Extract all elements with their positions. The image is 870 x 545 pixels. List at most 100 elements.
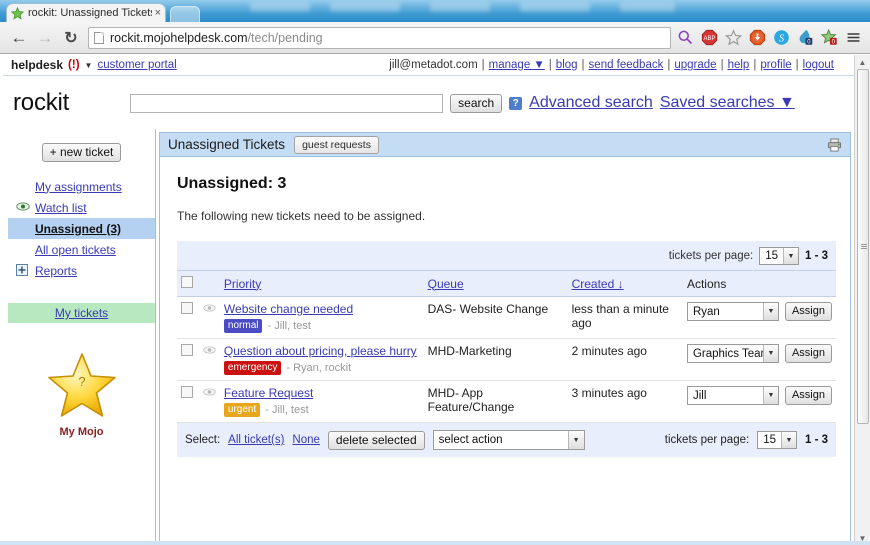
page-scrollbar[interactable]: ▲ ▼ xyxy=(854,55,870,545)
mojo-caption: My Mojo xyxy=(59,426,104,438)
scroll-up-arrow-icon[interactable]: ▲ xyxy=(855,55,870,69)
customer-portal-link[interactable]: customer portal xyxy=(97,59,176,71)
column-header-queue[interactable]: Queue xyxy=(428,277,464,291)
scrollbar-thumb[interactable] xyxy=(857,69,869,424)
profile-link[interactable]: profile xyxy=(760,59,791,71)
ticket-title-link[interactable]: Question about pricing, please hurry xyxy=(224,344,417,358)
downloader-icon[interactable] xyxy=(749,29,766,46)
help-icon[interactable]: ? xyxy=(509,96,523,110)
logout-link[interactable]: logout xyxy=(803,59,834,71)
manage-link[interactable]: manage ▼ xyxy=(489,59,545,71)
row-checkbox[interactable] xyxy=(181,386,193,398)
address-bar-url: rockit.mojohelpdesk.com/tech/pending xyxy=(110,31,323,45)
ticket-created: 3 minutes ago xyxy=(571,386,647,400)
column-header-created[interactable]: Created ↓ xyxy=(572,277,624,291)
ticket-queue: MHD-Marketing xyxy=(427,344,512,358)
table-header-row: Priority Queue Created ↓ Actions xyxy=(177,270,836,297)
sidebar-item-my-assignments[interactable]: My assignments xyxy=(8,176,155,197)
row-checkbox[interactable] xyxy=(181,302,193,314)
helpdesk-chevron-down-icon[interactable]: ▼ xyxy=(85,61,93,70)
tickets-per-page-label-bottom: tickets per page: xyxy=(664,434,750,446)
guest-requests-tab[interactable]: guest requests xyxy=(294,135,379,154)
adblock-icon[interactable]: ABP xyxy=(701,29,718,46)
app-topbar: helpdesk (!) ▼ customer portal jill@meta… xyxy=(3,55,854,76)
search-button[interactable]: search xyxy=(450,93,503,113)
plus-box-icon[interactable] xyxy=(16,263,30,278)
tickets-per-page-select-top[interactable]: 15 ▼ xyxy=(759,247,799,265)
skype-icon[interactable]: S xyxy=(773,29,790,46)
mojo-widget[interactable]: ? My Mojo xyxy=(8,351,155,438)
watch-eye-icon[interactable] xyxy=(203,302,216,312)
tickets-per-page-select-bottom[interactable]: 15 ▼ xyxy=(757,431,797,449)
ticket-title-link[interactable]: Feature Request xyxy=(224,386,313,400)
sidebar-item-label: My tickets xyxy=(54,306,109,320)
select-none-link[interactable]: None xyxy=(292,434,320,446)
watch-eye-icon[interactable] xyxy=(203,344,216,354)
browser-extension-icons: ABP S 0 0 xyxy=(677,28,870,46)
ghost-tab-5 xyxy=(620,2,675,12)
table-row[interactable]: Question about pricing, please hurry eme… xyxy=(177,338,836,381)
table-row[interactable]: Website change needed normal - Jill, tes… xyxy=(177,296,836,339)
browser-tab-active[interactable]: rockit: Unassigned Tickets × xyxy=(6,3,166,22)
back-icon[interactable]: ← xyxy=(6,28,32,48)
row-checkbox[interactable] xyxy=(181,344,193,356)
zoom-icon[interactable] xyxy=(677,29,694,46)
select-all-checkbox[interactable] xyxy=(181,276,193,288)
sidebar-item-my-tickets[interactable]: My tickets xyxy=(8,303,155,323)
ticket-submitter: - Jill, test xyxy=(267,320,311,332)
saved-searches-link[interactable]: Saved searches ▼ xyxy=(660,94,795,112)
bulk-action-select[interactable]: select action ▼ xyxy=(432,430,585,450)
panel-header: Unassigned Tickets guest requests xyxy=(160,133,850,157)
blog-link[interactable]: blog xyxy=(556,59,578,71)
assignee-select[interactable]: Ryan ▼ xyxy=(686,302,779,321)
table-toolbar-bottom: Select: All ticket(s) None delete select… xyxy=(177,422,836,457)
forward-icon[interactable]: → xyxy=(32,28,58,48)
chevron-down-icon: ▼ xyxy=(780,432,796,448)
assignee-select[interactable]: Graphics Team ▼ xyxy=(686,344,779,363)
ticket-title-link[interactable]: Website change needed xyxy=(224,302,353,316)
new-ticket-button[interactable]: + new ticket xyxy=(41,143,122,162)
upgrade-link[interactable]: upgrade xyxy=(674,59,716,71)
search-input[interactable] xyxy=(130,93,444,113)
address-bar[interactable]: rockit.mojohelpdesk.com/tech/pending xyxy=(88,26,671,49)
column-header-priority[interactable]: Priority xyxy=(224,277,261,291)
bookmark-star-icon[interactable] xyxy=(724,29,743,46)
ghost-tab-3 xyxy=(430,2,490,12)
user-email: jill@metadot.com xyxy=(389,59,478,71)
sidebar-item-label: Unassigned (3) xyxy=(35,221,122,236)
droplet-icon[interactable]: 0 xyxy=(797,29,814,46)
ticket-actions: Graphics Team ▼ Assign xyxy=(686,344,832,363)
sidebar-item-unassigned[interactable]: Unassigned (3) xyxy=(8,218,155,239)
ticket-queue: DAS- Website Change xyxy=(427,302,549,316)
unassigned-tickets-panel: Unassigned Tickets guest requests Unassi… xyxy=(159,132,851,542)
sidebar: + new ticket My assignments Watch list U… xyxy=(8,129,156,545)
table-row[interactable]: Feature Request urgent - Jill, test MHD-… xyxy=(177,380,836,423)
separator: | xyxy=(720,59,724,71)
assign-button[interactable]: Assign xyxy=(784,344,832,363)
blank-icon xyxy=(16,222,30,236)
star-badge-icon[interactable]: 0 xyxy=(820,28,838,46)
assignee-select[interactable]: Jill ▼ xyxy=(686,386,779,405)
assign-button[interactable]: Assign xyxy=(784,386,832,405)
chevron-down-icon: ▼ xyxy=(762,345,778,362)
separator: | xyxy=(795,59,799,71)
ticket-created: 2 minutes ago xyxy=(571,344,647,358)
delete-selected-button[interactable]: delete selected xyxy=(327,430,425,450)
reload-icon[interactable]: ↻ xyxy=(58,28,84,48)
help-link[interactable]: help xyxy=(728,59,750,71)
panel-subtext: The following new tickets need to be ass… xyxy=(177,209,426,223)
sidebar-item-watch-list[interactable]: Watch list xyxy=(8,197,155,218)
sidebar-item-reports[interactable]: Reports xyxy=(8,260,155,281)
sidebar-nav: My assignments Watch list Unassigned (3)… xyxy=(8,162,155,323)
advanced-search-link[interactable]: Advanced search xyxy=(529,94,653,112)
watch-eye-icon[interactable] xyxy=(203,386,216,396)
tab-close-icon[interactable]: × xyxy=(155,7,161,19)
menu-icon[interactable] xyxy=(845,29,862,46)
new-tab-button[interactable] xyxy=(170,6,200,22)
assignee-value: Ryan xyxy=(692,305,720,318)
printer-icon[interactable] xyxy=(827,137,842,152)
send-feedback-link[interactable]: send feedback xyxy=(589,59,664,71)
select-all-link[interactable]: All ticket(s) xyxy=(228,434,284,446)
assign-button[interactable]: Assign xyxy=(784,302,832,321)
sidebar-item-all-open-tickets[interactable]: All open tickets xyxy=(8,239,155,260)
